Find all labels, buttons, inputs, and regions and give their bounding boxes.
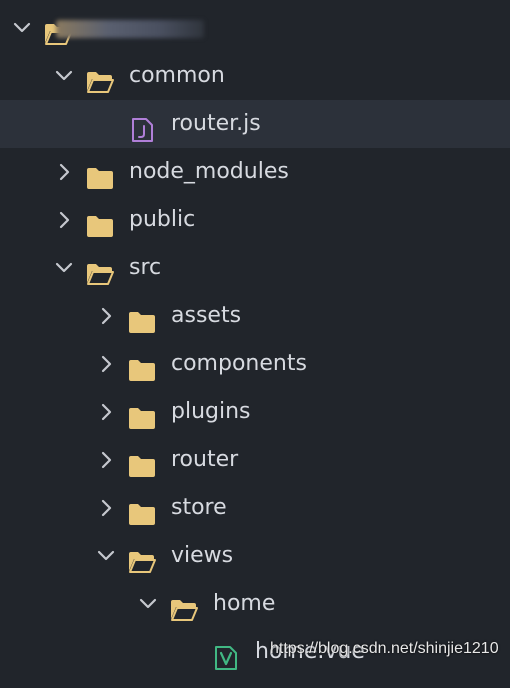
tree-item-router[interactable]: router — [0, 436, 510, 484]
chevron-right-icon[interactable] — [94, 484, 118, 532]
obscured-root-label — [56, 20, 204, 38]
tree-item-components[interactable]: components — [0, 340, 510, 388]
chevron-right-icon[interactable] — [94, 340, 118, 388]
folder-icon — [128, 496, 156, 520]
folder-open-icon — [128, 544, 156, 568]
tree-item-home[interactable]: home — [0, 580, 510, 628]
folder-open-icon — [86, 256, 114, 280]
folder-icon — [128, 448, 156, 472]
tree-item-label: router — [171, 447, 239, 472]
folder-open-icon — [86, 64, 114, 88]
tree-item-label: common — [129, 63, 225, 88]
vue-file-icon — [212, 640, 240, 664]
chevron-right-icon[interactable] — [52, 196, 76, 244]
chevron-right-icon[interactable] — [94, 292, 118, 340]
chevron-right-icon[interactable] — [52, 148, 76, 196]
tree-item-store[interactable]: store — [0, 484, 510, 532]
tree-item-label: plugins — [171, 399, 251, 424]
tree-item-src[interactable]: src — [0, 244, 510, 292]
watermark-url: https://blog.csdn.net/shinjie1210 — [270, 640, 499, 657]
folder-icon — [128, 400, 156, 424]
folder-icon — [86, 208, 114, 232]
tree-item-label: assets — [171, 303, 242, 328]
folder-icon — [128, 304, 156, 328]
tree-item-root[interactable] — [0, 4, 510, 52]
chevron-down-icon[interactable] — [136, 580, 160, 628]
folder-open-icon — [170, 592, 198, 616]
tree-item-label: views — [171, 543, 234, 568]
folder-icon — [128, 352, 156, 376]
tree-item-common[interactable]: common — [0, 52, 510, 100]
chevron-down-icon[interactable] — [52, 52, 76, 100]
file-explorer-tree: common router.js node_modules public src… — [0, 4, 510, 676]
js-file-icon — [128, 112, 156, 136]
tree-item-router-js[interactable]: router.js — [0, 100, 510, 148]
tree-item-views[interactable]: views — [0, 532, 510, 580]
tree-item-label: home — [213, 591, 276, 616]
tree-item-label: node_modules — [129, 159, 289, 184]
tree-item-label: src — [129, 255, 162, 280]
folder-icon — [86, 160, 114, 184]
tree-item-plugins[interactable]: plugins — [0, 388, 510, 436]
tree-item-label: router.js — [171, 111, 261, 136]
tree-item-assets[interactable]: assets — [0, 292, 510, 340]
tree-item-label: public — [129, 207, 196, 232]
chevron-right-icon[interactable] — [94, 436, 118, 484]
tree-item-public[interactable]: public — [0, 196, 510, 244]
chevron-down-icon[interactable] — [94, 532, 118, 580]
chevron-down-icon[interactable] — [10, 4, 34, 52]
tree-item-label: store — [171, 495, 227, 520]
chevron-down-icon[interactable] — [52, 244, 76, 292]
tree-item-node-modules[interactable]: node_modules — [0, 148, 510, 196]
tree-item-label: components — [171, 351, 307, 376]
chevron-right-icon[interactable] — [94, 388, 118, 436]
